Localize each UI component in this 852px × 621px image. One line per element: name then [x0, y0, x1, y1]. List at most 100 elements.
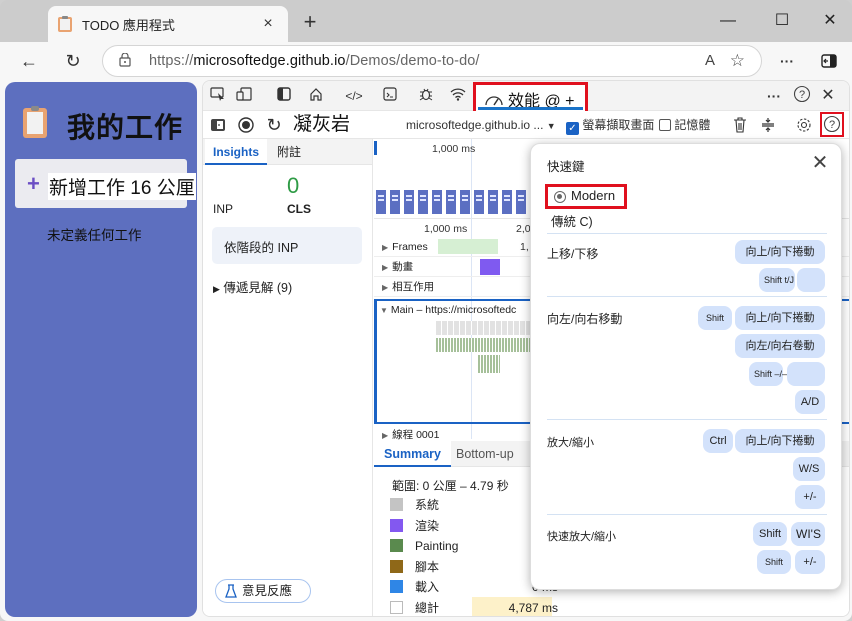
triangle-right-icon: ▶: [213, 284, 220, 294]
toggle-sidebar-icon[interactable]: [207, 114, 229, 136]
divider: [547, 233, 827, 234]
dock-side-icon[interactable]: [273, 85, 295, 107]
sources-bug-icon[interactable]: [415, 85, 437, 107]
new-tab-button[interactable]: +: [298, 10, 322, 34]
screenshot-thumbnail: [487, 189, 499, 215]
throttle-label: 凝灰岩: [293, 114, 351, 135]
legend-name: 渲染: [415, 518, 440, 533]
url-text: https://microsoftedge.github.io/Demos/de…: [149, 53, 480, 69]
svg-text:?: ?: [829, 119, 835, 131]
tab-close-button[interactable]: ×: [258, 15, 278, 33]
record-button[interactable]: [235, 114, 257, 136]
navigation-bar: ← ↻ https://microsoftedge.github.io/Demo…: [0, 42, 852, 80]
app-title: 我的工作: [67, 112, 184, 143]
screenshot-thumbnail: [431, 189, 443, 215]
key: [787, 362, 825, 386]
inspect-element-icon[interactable]: [207, 85, 229, 107]
target-select[interactable]: microsoftedge.github.io ... ▼: [406, 114, 556, 136]
network-wifi-icon[interactable]: [447, 85, 469, 107]
task-bars: [436, 321, 530, 335]
range-handle[interactable]: [374, 141, 377, 155]
tick-2000: 2,0: [516, 223, 531, 235]
screenshot-thumbnail: [515, 189, 527, 215]
device-emulation-icon[interactable]: [233, 85, 255, 107]
legend-swatch: [390, 518, 403, 532]
shortcut-label-fast-zoom: 快速放大/縮小: [547, 531, 617, 543]
clipboard-icon: [23, 106, 47, 138]
devtools-help-icon[interactable]: ?: [791, 85, 813, 107]
back-button[interactable]: ←: [16, 48, 42, 74]
close-window-button[interactable]: ✕: [810, 8, 850, 34]
devtools-close-button[interactable]: ✕: [817, 85, 839, 107]
legend-row: 總計 4,787 ms: [390, 598, 558, 617]
memory-checkbox[interactable]: 記憶體: [659, 114, 710, 136]
more-tools-button[interactable]: ···: [763, 85, 785, 107]
screenshot-thumbnail: [375, 189, 387, 215]
screenshot-thumbnail: [417, 189, 429, 215]
devtools-tab-bar: </> 效能 @ + ··· ? ✕: [203, 81, 849, 114]
checkbox-unchecked-icon: [659, 119, 671, 131]
key: Shift –/–: [749, 362, 787, 386]
performance-toolbar: ↻ 凝灰岩 microsoftedge.github.io ... ▼ ✓ 螢幕…: [203, 111, 849, 139]
plus-icon: +: [27, 171, 40, 196]
collapse-tracks-icon[interactable]: [757, 114, 779, 136]
elements-code-icon[interactable]: </>: [343, 85, 365, 107]
console-icon[interactable]: [379, 85, 401, 107]
key: A/D: [795, 390, 825, 414]
tab-insights[interactable]: Insights: [205, 139, 268, 165]
settings-gear-icon[interactable]: [793, 114, 815, 136]
add-task-button[interactable]: + 新增工作 16 公厘: [15, 159, 196, 208]
key: 向上/向下捲動: [735, 306, 825, 330]
shortcut-label-move-up-down: 上移/下移: [547, 247, 599, 261]
shortcuts-close-button[interactable]: ✕: [809, 150, 831, 175]
tab-annotations[interactable]: 附註: [269, 139, 309, 165]
feedback-button[interactable]: 意見反應: [215, 579, 311, 603]
browser-tab[interactable]: TODO 應用程式 ×: [48, 6, 288, 42]
minimize-button[interactable]: —: [708, 8, 748, 34]
shortcut-label-zoom: 放大/縮小: [547, 437, 595, 449]
insights-sidebar: Insights 附註 0 INP CLS 依階段的 INP ▶ 傳遞見解 (9…: [203, 139, 373, 616]
reload-button[interactable]: ↻: [60, 48, 86, 74]
maximize-button[interactable]: ☐: [762, 8, 802, 34]
tab-bottom-up[interactable]: Bottom-up: [446, 441, 524, 467]
page-content: 我的工作 + 新增工作 16 公厘 未定義任何工作 </> 效能 @ + ···…: [0, 80, 852, 621]
screenshots-checkbox[interactable]: ✓ 螢幕擷取畫面: [566, 114, 654, 136]
svg-text:?: ?: [799, 89, 805, 101]
address-bar[interactable]: https://microsoftedge.github.io/Demos/de…: [102, 45, 762, 77]
key: 向左/向右卷動: [735, 334, 825, 358]
triangle-down-icon: ▼: [380, 306, 388, 315]
cls-value: 0: [287, 173, 300, 198]
key: 向上/向下捲動: [735, 240, 825, 264]
browser-window: TODO 應用程式 × + — ☐ ✕ ← ↻ https://microsof…: [0, 0, 852, 621]
legend-name: 總計: [415, 600, 440, 615]
key: Shift: [753, 522, 787, 546]
clipboard-icon: [58, 16, 72, 32]
read-aloud-icon[interactable]: A: [705, 52, 715, 69]
checkbox-checked-icon: ✓: [566, 122, 579, 135]
shortcuts-help-button[interactable]: ?: [820, 112, 844, 137]
modern-radio-option[interactable]: Modern: [545, 184, 627, 209]
more-menu-button[interactable]: ···: [774, 48, 800, 74]
devtools-panel: </> 效能 @ + ··· ? ✕ ↻ 凝灰岩 microsoftedge.g…: [202, 80, 850, 617]
triangle-right-icon: ▶: [382, 263, 389, 272]
script-bars: [478, 355, 500, 373]
favorite-star-icon[interactable]: ☆: [730, 51, 745, 71]
inp-by-phase-card[interactable]: 依階段的 INP: [212, 227, 362, 264]
sidebar-toggle-icon[interactable]: [816, 48, 842, 74]
legend-row: 載入0 ms: [390, 577, 558, 597]
trash-icon[interactable]: [729, 114, 751, 136]
cls-label: CLS: [287, 202, 311, 216]
todo-app: 我的工作 + 新增工作 16 公厘 未定義任何工作: [5, 82, 197, 617]
tab-performance[interactable]: 效能 @ +: [473, 82, 588, 114]
reload-record-button[interactable]: ↻: [263, 114, 285, 136]
passed-insights-toggle[interactable]: ▶ 傳遞見解 (9): [213, 277, 292, 296]
shortcuts-dialog: 快速鍵 ✕ Modern 傳統 C) 上移/下移 向上/向下捲動 Shift t…: [530, 143, 842, 590]
triangle-right-icon: ▶: [382, 431, 389, 440]
tab-summary[interactable]: Summary: [374, 441, 451, 467]
help-icon: ?: [823, 115, 841, 133]
divider: [547, 296, 827, 297]
legacy-radio-option[interactable]: 傳統 C): [551, 211, 593, 230]
welcome-home-icon[interactable]: [305, 85, 327, 107]
legend-row: Painting7: [390, 536, 558, 556]
animation-bar: [480, 259, 500, 275]
